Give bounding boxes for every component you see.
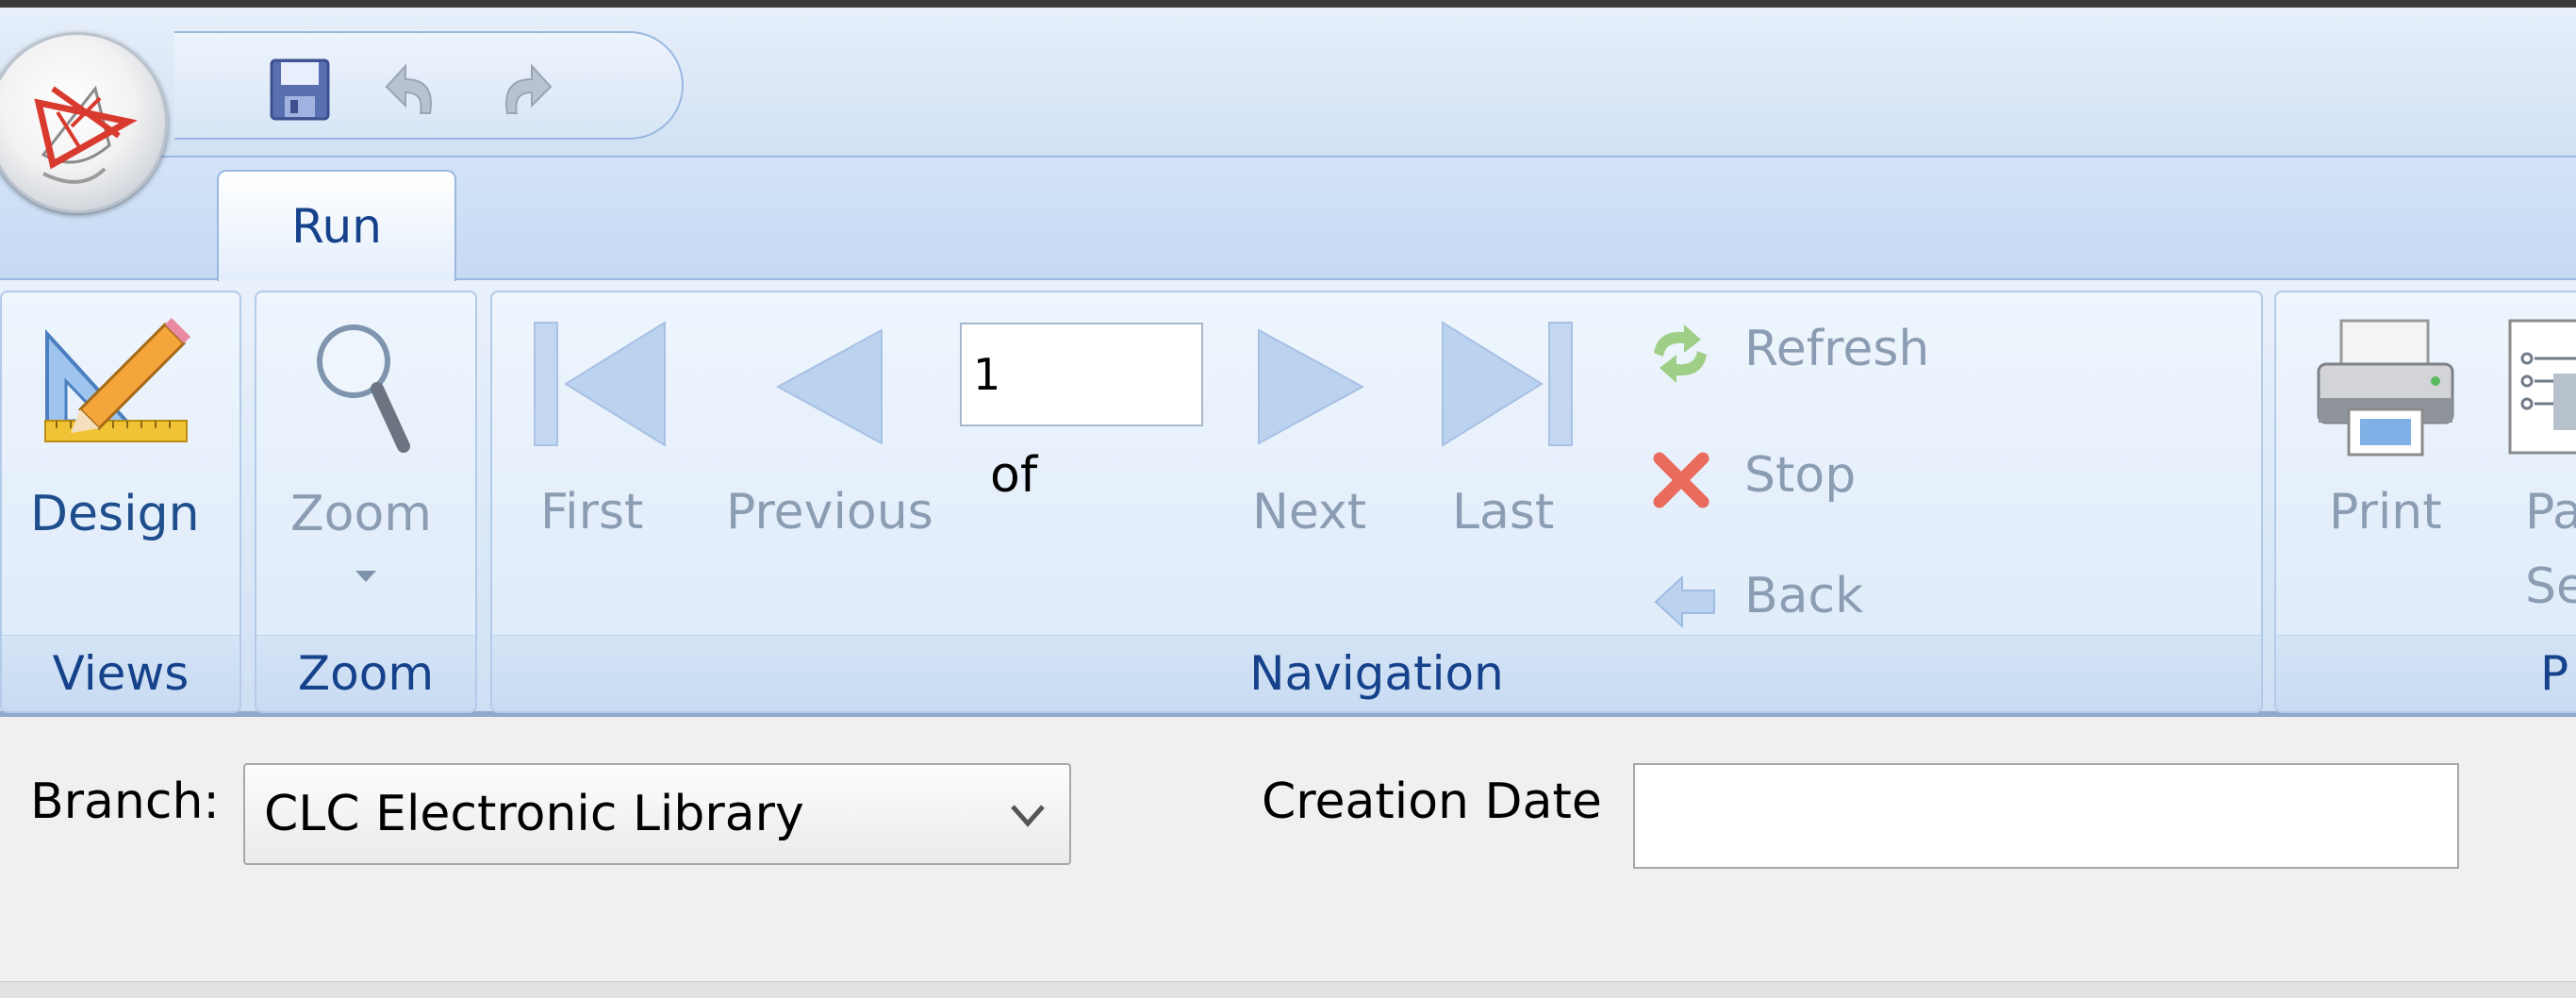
previous-page-icon (775, 328, 883, 445)
save-button[interactable] (262, 52, 338, 127)
branch-select[interactable]: CLC Electronic Library (243, 763, 1071, 865)
back-label: Back (1744, 568, 1864, 624)
group-label-views: Views (2, 635, 239, 711)
first-page-icon (534, 321, 666, 447)
page-setup-label-line2: Se (2525, 558, 2576, 615)
page-setup-icon (2508, 319, 2576, 455)
stop-label: Stop (1744, 447, 1857, 504)
printer-icon (2317, 319, 2454, 457)
undo-icon (385, 63, 432, 114)
zoom-label: Zoom (290, 486, 432, 542)
zoom-button[interactable]: Zoom (264, 302, 468, 613)
refresh-icon (1654, 324, 1707, 383)
undo-button[interactable] (375, 52, 451, 127)
branch-label: Branch: (30, 773, 220, 830)
last-page-button[interactable]: Last (1424, 311, 1593, 557)
creation-date-input[interactable] (1633, 763, 2459, 869)
group-label-zoom: Zoom (256, 635, 475, 711)
group-label-print: P (2276, 635, 2576, 711)
last-page-icon (1442, 321, 1573, 447)
stop-button[interactable]: Stop (1641, 447, 1961, 513)
last-label: Last (1452, 484, 1555, 541)
page-number-input[interactable] (960, 323, 1203, 426)
app-menu-button[interactable] (0, 32, 168, 213)
design-icon (44, 318, 190, 442)
magnifier-icon (317, 324, 410, 453)
of-label: of (990, 447, 1038, 504)
refresh-button[interactable]: Refresh (1641, 321, 1961, 387)
group-label-navigation: Navigation (492, 635, 2261, 711)
stop-icon (1653, 452, 1709, 508)
back-button[interactable]: Back (1641, 568, 1961, 634)
next-page-button[interactable]: Next (1235, 311, 1386, 557)
print-button[interactable]: Print (2301, 311, 2461, 557)
design-label: Design (30, 486, 200, 542)
first-label: First (540, 484, 644, 541)
previous-label: Previous (726, 484, 933, 541)
save-icon (270, 58, 330, 121)
print-label: Print (2329, 484, 2442, 541)
redo-icon (505, 63, 553, 114)
chevron-down-icon (1011, 805, 1045, 827)
previous-page-button[interactable]: Previous (717, 311, 952, 557)
refresh-label: Refresh (1744, 321, 1930, 377)
page-setup-button[interactable]: Pa Se (2489, 311, 2576, 623)
next-page-icon (1258, 328, 1365, 445)
page-setup-label-line1: Pa (2525, 484, 2576, 541)
design-button[interactable]: Design (9, 302, 236, 557)
redo-button[interactable] (487, 52, 562, 127)
tab-run[interactable]: Run (217, 170, 456, 281)
back-icon (1654, 574, 1715, 629)
app-menu-icon (34, 85, 138, 184)
first-page-button[interactable]: First (514, 311, 684, 557)
status-strip (0, 981, 2576, 998)
next-label: Next (1252, 484, 1367, 541)
chevron-down-icon (355, 571, 376, 582)
branch-select-value: CLC Electronic Library (264, 786, 804, 842)
creation-date-label: Creation Date (1262, 773, 1602, 830)
